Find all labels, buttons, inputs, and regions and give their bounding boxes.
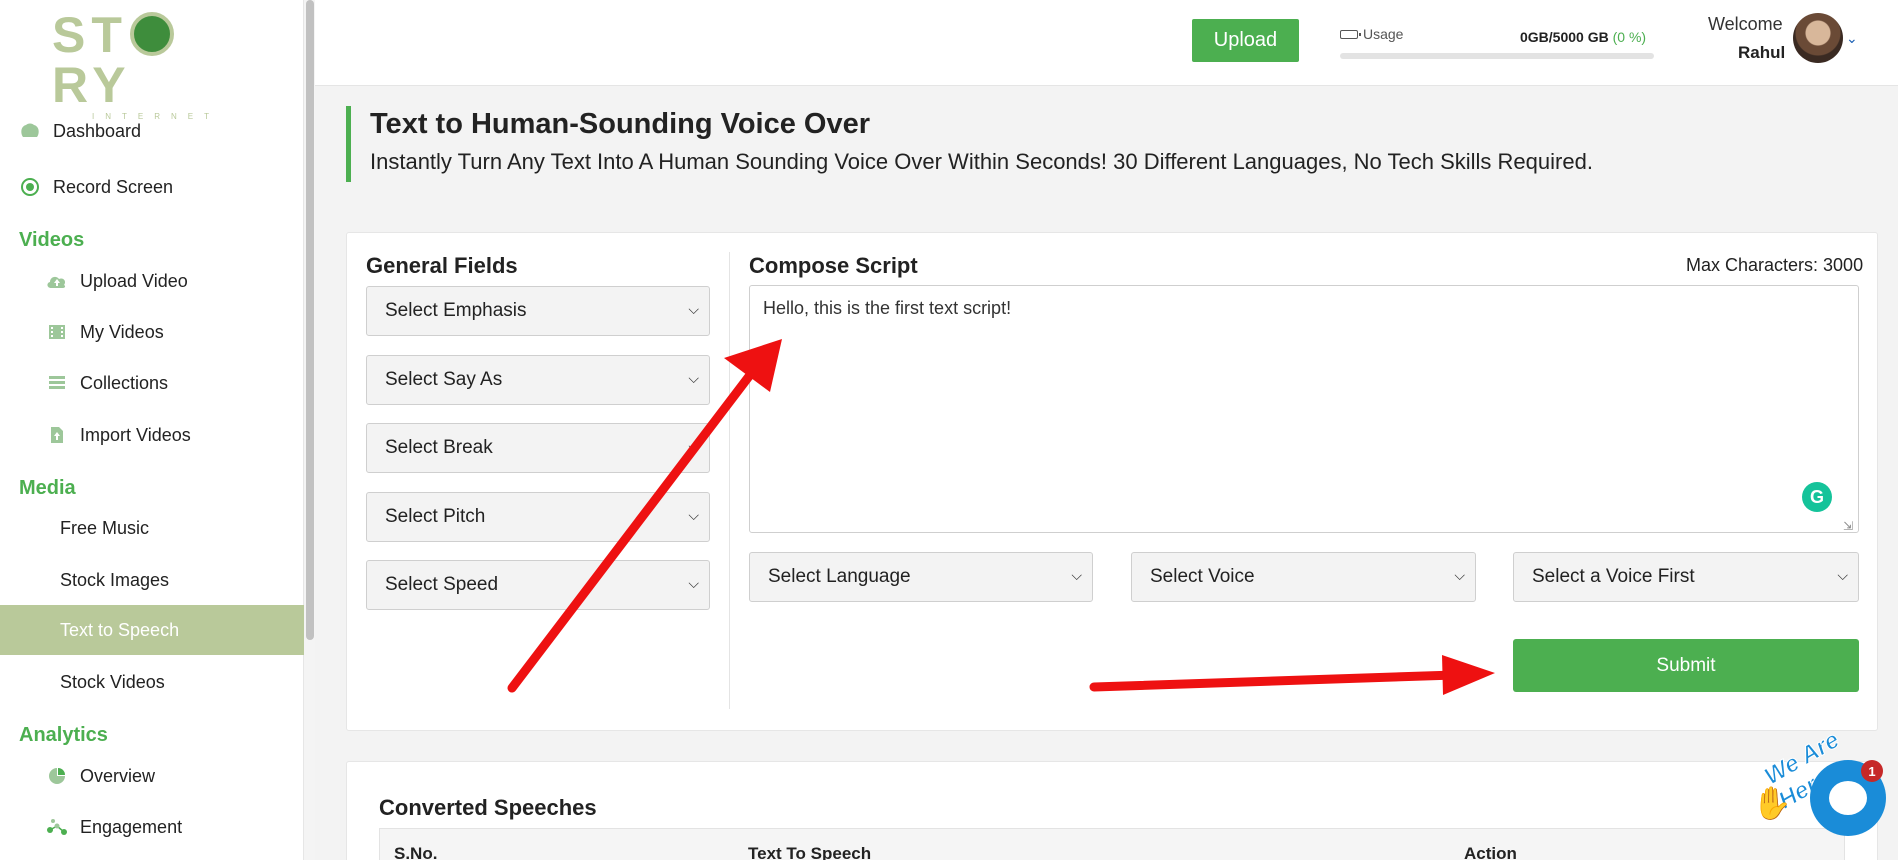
battery-icon (1340, 29, 1361, 39)
nodes-icon (46, 816, 68, 838)
sidebar-scroll-thumb[interactable] (306, 0, 314, 640)
sidebar-item-collections[interactable]: Collections (0, 358, 304, 408)
waving-hand-icon: ✋ (1752, 785, 1792, 821)
sidebar-item-overview[interactable]: Overview (0, 751, 304, 801)
script-textarea[interactable] (749, 285, 1859, 533)
sidebar-item-label: My Videos (80, 321, 164, 342)
divider (729, 252, 730, 709)
logo-text-right: RY (52, 57, 132, 113)
select-value: Select Language (768, 566, 911, 587)
sidebar-item-dashboard[interactable]: Dashboard (0, 106, 304, 156)
chevron-down-icon: ⌵ (688, 301, 699, 317)
sidebar-item-upload-video[interactable]: Upload Video (0, 256, 304, 306)
say-as-select[interactable]: Select Say As ⌵ (366, 355, 710, 405)
sidebar-item-free-music[interactable]: Free Music (0, 503, 304, 553)
welcome-text: Welcome (1708, 14, 1783, 34)
sidebar-item-label: Import Videos (80, 424, 191, 445)
sidebar-item-label: Engagement (80, 816, 183, 837)
chevron-down-icon[interactable]: ⌄ (1846, 30, 1858, 47)
select-value: Select Emphasis (385, 300, 527, 321)
column-header-action: Action (1464, 844, 1517, 860)
sidebar: STRY INTERNET Dashboard Record Screen Vi… (0, 0, 304, 860)
table-header: S.No. Text To Speech Action (379, 828, 1845, 860)
select-value: Select Speed (385, 574, 499, 595)
sidebar-item-label: Stock Videos (60, 671, 165, 692)
film-icon (46, 321, 68, 343)
sidebar-item-label: Dashboard (53, 120, 142, 141)
select-value: Select Say As (385, 369, 503, 390)
chevron-down-icon: ⌵ (688, 370, 699, 386)
select-value: Select a Voice First (1532, 566, 1695, 587)
top-bar (315, 0, 1898, 86)
speed-select[interactable]: Select Speed ⌵ (366, 560, 710, 610)
sidebar-item-label: Free Music (60, 517, 150, 538)
submit-button[interactable]: Submit (1513, 639, 1859, 692)
general-fields-title: General Fields (366, 253, 518, 278)
sidebar-item-label: Stock Images (60, 569, 170, 590)
sidebar-item-label: Collections (80, 372, 169, 393)
compose-script-title: Compose Script (749, 253, 918, 278)
max-characters: Max Characters: 3000 (1686, 255, 1864, 275)
pie-chart-icon (46, 765, 68, 787)
grammarly-icon[interactable]: G (1802, 482, 1832, 512)
usage-value: 0GB/5000 GB (0 %) (1520, 29, 1646, 45)
usage-label: Usage (1340, 26, 1403, 42)
sidebar-item-engagement[interactable]: Engagement (0, 802, 304, 852)
select-value: Select Break (385, 437, 493, 458)
language-select[interactable]: Select Language ⌵ (749, 552, 1093, 602)
avatar[interactable] (1793, 13, 1843, 63)
break-select[interactable]: Select Break ⌵ (366, 423, 710, 473)
emphasis-select[interactable]: Select Emphasis ⌵ (366, 286, 710, 336)
chat-notification-badge: 1 (1861, 760, 1883, 782)
chevron-down-icon: ⌵ (1837, 567, 1848, 583)
chevron-down-icon: ⌵ (688, 575, 699, 591)
brain-icon (19, 120, 41, 142)
sidebar-item-label: Record Screen (53, 176, 174, 197)
sidebar-item-stock-videos[interactable]: Stock Videos (0, 657, 304, 707)
column-header-sno: S.No. (394, 844, 438, 860)
select-value: Select Voice (1150, 566, 1255, 587)
select-value: Select Pitch (385, 506, 486, 527)
sidebar-item-record-screen[interactable]: Record Screen (0, 162, 304, 212)
sidebar-item-label: Overview (80, 765, 156, 786)
chevron-down-icon: ⌵ (688, 507, 699, 523)
voice-select[interactable]: Select Voice ⌵ (1131, 552, 1476, 602)
page-title: Text to Human-Sounding Voice Over (370, 108, 871, 140)
username: Rahul (1738, 43, 1786, 62)
chevron-down-icon: ⌵ (1454, 567, 1465, 583)
chat-icon (1829, 781, 1867, 815)
pitch-select[interactable]: Select Pitch ⌵ (366, 492, 710, 542)
page-header: Text to Human-Sounding Voice Over Instan… (346, 106, 1593, 182)
sidebar-item-import-videos[interactable]: Import Videos (0, 410, 304, 460)
upload-button[interactable]: Upload (1192, 19, 1299, 62)
file-import-icon (46, 424, 68, 446)
logo-text-left: ST (52, 7, 128, 63)
converted-speeches-title: Converted Speeches (379, 795, 597, 820)
usage-label-text: Usage (1363, 26, 1404, 42)
voice-variant-select[interactable]: Select a Voice First ⌵ (1513, 552, 1859, 602)
record-icon (19, 176, 41, 198)
section-media: Media (19, 477, 76, 499)
globe-icon (129, 12, 174, 56)
page-subtitle: Instantly Turn Any Text Into A Human Sou… (370, 149, 1593, 174)
sidebar-item-label: Text to Speech (60, 619, 180, 640)
section-videos: Videos (19, 229, 85, 251)
column-header-text: Text To Speech (748, 844, 872, 860)
section-analytics: Analytics (19, 724, 108, 746)
logo[interactable]: STRY INTERNET (52, 7, 252, 121)
sidebar-item-stock-images[interactable]: Stock Images (0, 555, 304, 605)
usage-progress-bar (1340, 53, 1654, 59)
chevron-down-icon: ⌵ (1071, 567, 1082, 583)
usage-amount: 0GB/5000 GB (1520, 29, 1609, 45)
cloud-upload-icon (46, 270, 68, 292)
sidebar-item-text-to-speech[interactable]: Text to Speech (0, 605, 304, 655)
chevron-down-icon: ⌵ (688, 438, 699, 454)
resize-handle-icon[interactable]: ⇲ (1843, 519, 1853, 533)
sidebar-item-label: Upload Video (80, 270, 188, 291)
usage-percent: (0 %) (1612, 29, 1647, 45)
sidebar-item-my-videos[interactable]: My Videos (0, 307, 304, 357)
list-icon (46, 372, 68, 394)
